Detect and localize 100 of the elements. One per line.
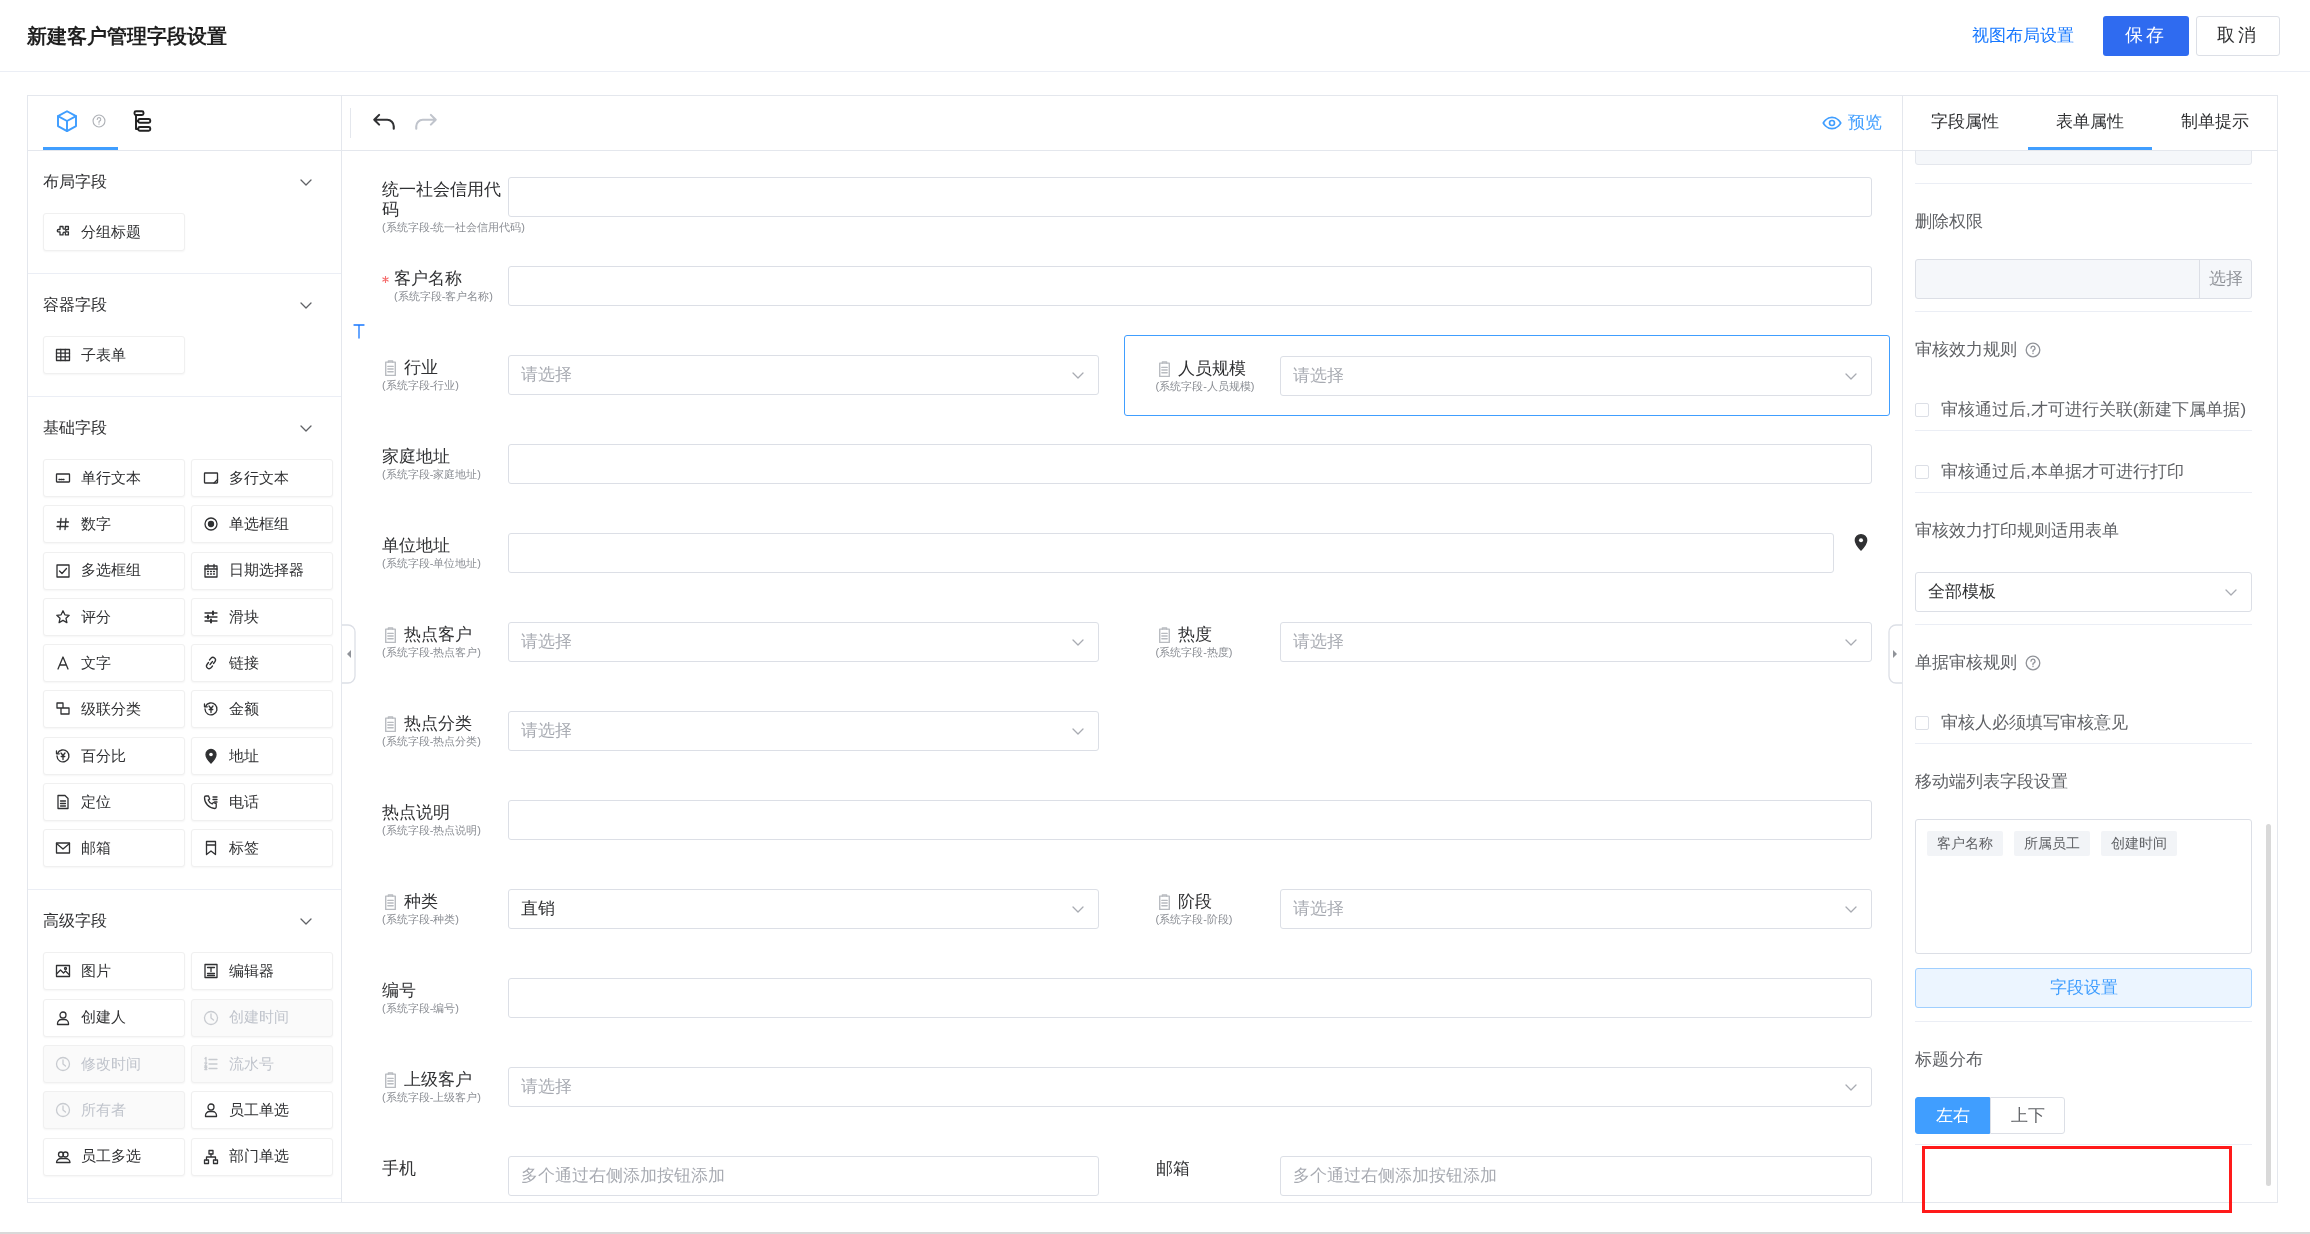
bookmark-icon [203, 840, 219, 857]
text-field[interactable] [508, 533, 1834, 573]
user-icon [203, 1102, 219, 1119]
text-field[interactable]: 多个通过右侧添加按钮添加 [1279, 1156, 1872, 1196]
setting-title: 审核效力打印规则适用表单 [1915, 521, 2119, 541]
form-field[interactable]: 热点客户 (系统字段-热点客户) 请选择 [382, 602, 1099, 683]
calendar-icon [203, 562, 219, 579]
field-type-item[interactable]: 地址 [191, 736, 333, 775]
field-type-item[interactable]: 日期选择器 [191, 551, 333, 590]
checkbox[interactable] [1915, 716, 1929, 730]
field-type-item[interactable]: 员工多选 [43, 1137, 185, 1176]
field-type-item[interactable]: 部门单选 [191, 1137, 333, 1176]
field-type-item[interactable]: 单选框组 [191, 505, 333, 544]
numbered-list-icon [203, 1055, 219, 1072]
field-type-item[interactable]: 单行文本 [43, 459, 185, 497]
document-icon [55, 794, 71, 811]
view-layout-link[interactable]: 视图布局设置 [1972, 22, 2074, 49]
save-button[interactable]: 保存 [2103, 15, 2189, 56]
field-label: 客户名称 [394, 269, 462, 289]
input-field[interactable] [1915, 151, 2252, 165]
text-field[interactable] [508, 800, 1872, 840]
field-type-item[interactable]: 创建人 [43, 998, 185, 1037]
form-field[interactable]: 热点说明 (系统字段-热点说明) [382, 780, 1872, 861]
field-type-item[interactable]: 评分 [43, 597, 185, 636]
form-field[interactable]: 手机 多个通过右侧添加按钮添加 [382, 1136, 1099, 1202]
collapse-left-handle[interactable] [342, 624, 356, 684]
setting-title: 标题分布 [1915, 1050, 1983, 1070]
field-label: 种类 [404, 892, 438, 912]
text-field[interactable] [508, 177, 1872, 217]
form-field[interactable]: 阶段 (系统字段-阶段) 请选择 [1155, 869, 1872, 950]
field-note: (系统字段-编号) [382, 1001, 459, 1015]
location-pin-icon[interactable] [1852, 533, 1870, 551]
user-icon [55, 1009, 71, 1026]
help-icon[interactable] [2025, 342, 2041, 358]
field-type-item[interactable]: 百分比 [43, 736, 185, 775]
checkbox[interactable] [1915, 403, 1929, 417]
field-type-item[interactable]: 电话 [191, 783, 333, 822]
form-field[interactable]: 热度 (系统字段-热度) 请选择 [1155, 602, 1872, 683]
field-type-item[interactable]: 多选框组 [43, 551, 185, 590]
field-type-item[interactable]: 数字 [43, 505, 185, 544]
field-type-item[interactable]: 子表单 [43, 336, 185, 374]
field-note: (系统字段-热度) [1155, 645, 1233, 659]
layout-option[interactable]: 上下 [1990, 1097, 2065, 1134]
field-type-item[interactable]: 员工单选 [191, 1091, 333, 1130]
setting-title: 删除权限 [1915, 212, 1983, 232]
field-type-item[interactable]: 邮箱 [43, 829, 185, 868]
property-tab[interactable]: 制单提示 [2152, 96, 2277, 150]
field-note: (系统字段-统一社会信用代码) [382, 220, 525, 234]
form-field[interactable]: 统一社会信用代码 (系统字段-统一社会信用代码) [382, 157, 1872, 238]
form-field[interactable]: 人员规模 (系统字段-人员规模) 请选择 [1123, 335, 1890, 416]
form-field[interactable]: 客户名称 (系统字段-客户名称) [382, 246, 1872, 327]
document-icon [382, 359, 399, 377]
text-field[interactable] [508, 444, 1872, 484]
collapse-right-handle[interactable] [1888, 624, 1902, 684]
cube-icon [55, 109, 79, 133]
text-field[interactable] [508, 978, 1872, 1018]
form-field[interactable]: 种类 (系统字段-种类) 直销 [382, 869, 1099, 950]
field-type-item[interactable]: 滑块 [191, 597, 333, 636]
field-type-item[interactable]: 标签 [191, 829, 333, 868]
field-note: (系统字段-客户名称) [394, 289, 493, 303]
form-field[interactable]: 单位地址 (系统字段-单位地址) [382, 513, 1872, 594]
text-field[interactable]: 多个通过右侧添加按钮添加 [508, 1156, 1099, 1196]
setting-title: 移动端列表字段设置 [1915, 772, 2068, 792]
checkbox-label: 审核通过后,才可进行关联(新建下属单据) [1941, 400, 2247, 420]
section-title: 基础字段 [43, 418, 107, 438]
field-type-item[interactable]: 图片 [43, 952, 185, 991]
form-field[interactable]: 编号 (系统字段-编号) [382, 958, 1872, 1039]
help-icon[interactable] [2025, 655, 2041, 671]
text-field[interactable] [508, 266, 1872, 306]
select-field[interactable]: 直销 [508, 889, 1099, 929]
form-field[interactable]: 邮箱 多个通过右侧添加按钮添加 [1155, 1136, 1872, 1202]
section-title: 高级字段 [43, 911, 107, 932]
field-type-item[interactable]: 多行文本 [191, 459, 333, 497]
field-type-item[interactable]: 分组标题 [43, 213, 185, 251]
form-field[interactable]: 行业 (系统字段-行业) 请选择 [382, 335, 1099, 416]
property-tab[interactable]: 字段属性 [1903, 96, 2028, 150]
phone-icon [203, 794, 219, 811]
cancel-button[interactable]: 取消 [2196, 15, 2280, 56]
field-label: 统一社会信用代码 [382, 180, 502, 220]
checkbox-label: 审核通过后,本单据才可进行打印 [1941, 462, 2184, 482]
help-icon [92, 114, 106, 128]
editor-icon [203, 963, 219, 980]
field-type-item[interactable]: 金额 [191, 690, 333, 729]
document-icon [382, 893, 399, 911]
scrollbar-thumb[interactable] [2266, 824, 2271, 1186]
form-field[interactable]: 热点分类 (系统字段-热点分类) 请选择 [382, 691, 1099, 772]
field-type-item[interactable]: 编辑器 [191, 952, 333, 991]
checkbox[interactable] [1915, 465, 1929, 479]
field-type-item[interactable]: 链接 [191, 644, 333, 683]
field-label: 热点说明 [382, 803, 450, 823]
clock-icon [55, 1055, 71, 1072]
field-label: 手机 [382, 1159, 416, 1179]
field-type-item[interactable]: 级联分类 [43, 690, 185, 729]
select-field[interactable]: 全部模板 [1915, 572, 2252, 612]
form-field[interactable]: 上级客户 (系统字段-上级客户) 请选择 [382, 1047, 1872, 1128]
checkbox-icon [55, 562, 71, 579]
field-type-item[interactable]: 定位 [43, 783, 185, 822]
form-field[interactable]: 家庭地址 (系统字段-家庭地址) [382, 424, 1872, 505]
hierarchy-icon [203, 1148, 219, 1165]
field-type-item[interactable]: 文字 [43, 644, 185, 683]
